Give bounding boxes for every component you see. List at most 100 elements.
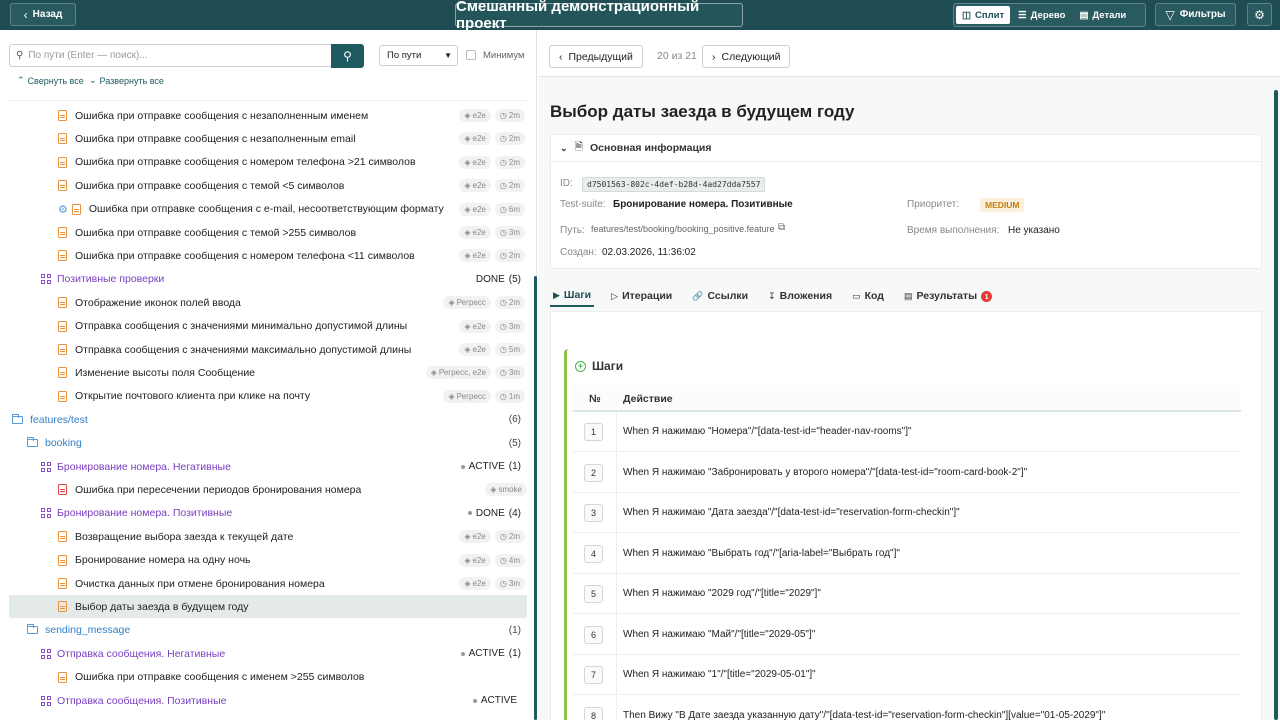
- tree-test-item[interactable]: Ошибка при отправке сообщения с незаполн…: [9, 127, 527, 150]
- exec-time-value: Не указано: [1008, 225, 1060, 236]
- plus-circle-icon[interactable]: +: [575, 360, 586, 372]
- results-badge: 1: [981, 290, 993, 302]
- search-mode-select[interactable]: По пути ▼: [379, 45, 458, 66]
- tree-test-item[interactable]: Отправка сообщения с значениями минималь…: [9, 315, 527, 338]
- suite-label: Test-suite:: [560, 199, 606, 210]
- test-case-icon: [71, 203, 81, 215]
- tab-2[interactable]: 🔗 Ссылки: [689, 285, 751, 307]
- gear-icon: ⚙: [1254, 7, 1265, 22]
- step-row: 2 When Я нажимаю "Забронировать у второго…: [573, 452, 1241, 493]
- clock-icon: ◷: [499, 532, 507, 542]
- view-details-button[interactable]: ▤ Детали: [1073, 6, 1132, 24]
- view-split-button[interactable]: ◫ Сплит: [956, 6, 1011, 24]
- tree-test-item[interactable]: Ошибка при отправке сообщения с темой >2…: [9, 221, 527, 244]
- tag-badge: ◈ Регресс: [443, 296, 491, 310]
- next-button[interactable]: › Следующий: [702, 45, 791, 68]
- folder-icon: [12, 413, 23, 424]
- tree-folder-item[interactable]: booking (5): [9, 432, 527, 455]
- settings-button[interactable]: ⚙: [1247, 3, 1272, 26]
- clock-icon: ◷: [499, 579, 507, 588]
- tree-test-item[interactable]: Возвращение выбора заезда к текущей дате…: [9, 525, 527, 548]
- tree-folder-item[interactable]: sending_message (1): [9, 619, 527, 642]
- tree-test-item[interactable]: Очистка данных при отмене бронирования н…: [9, 572, 527, 595]
- tree-item-title: features/test: [30, 413, 88, 426]
- minimum-checkbox[interactable]: [466, 50, 476, 60]
- tree-suite-item[interactable]: Позитивные проверки DONE (5): [9, 268, 527, 291]
- duration-badge: ◷ 2m: [494, 530, 525, 544]
- tree-suite-item[interactable]: Бронирование номера. Негативные ACTIVE (1): [9, 455, 527, 478]
- tree-item-title: Ошибка при отправке сообщения с номером …: [75, 249, 415, 262]
- nav-counter: 20 из 21: [657, 50, 697, 62]
- tab-1[interactable]: ▷ Итерации: [608, 285, 675, 307]
- tree-item-title: Отправка сообщения с значениями минималь…: [75, 320, 408, 333]
- step-row: 8 Then Вижу "В Дате заезда указанную дату…: [573, 695, 1241, 720]
- tree-item-title: Ошибка при отправке сообщения с темой >2…: [75, 226, 357, 239]
- step-action: When Я нажимаю "Май"/"[title="2029-05"]": [623, 628, 816, 640]
- tag-icon: ◈: [464, 111, 471, 120]
- tree-test-item[interactable]: Ошибка при отправке сообщения с незаполн…: [9, 104, 527, 127]
- steps-header: + Шаги: [575, 359, 623, 373]
- tab-0[interactable]: ▶ Шаги: [550, 285, 595, 307]
- tree-test-item[interactable]: Открытие почтового клиента при клике на …: [9, 385, 527, 408]
- tree-test-item[interactable]: Выбор даты заезда в будущем году: [9, 595, 527, 619]
- tree-item-title: Ошибка при отправке сообщения с e-mail, …: [88, 203, 444, 216]
- status-badge: ACTIVE (1): [460, 461, 521, 472]
- tree-scrollbar[interactable]: [534, 276, 537, 720]
- test-case-icon: [58, 180, 67, 192]
- view-tree-button[interactable]: ☰ Дерево: [1012, 6, 1071, 24]
- cell-divider: [616, 412, 617, 451]
- tree-test-item[interactable]: Отображение иконок полей ввода ◈ Регресс ◷ 2…: [9, 291, 527, 314]
- filters-button[interactable]: ▽ Фильтры: [1155, 3, 1236, 26]
- test-case-icon: [58, 531, 67, 543]
- cell-divider: [616, 614, 617, 654]
- tree-test-item[interactable]: Изменение высоты поля Сообщение ◈ Регресс,…: [9, 361, 527, 384]
- back-button[interactable]: ‹ Назад: [10, 3, 76, 26]
- tree-folder-item[interactable]: features/test (6): [9, 408, 527, 431]
- code-icon: ▭: [852, 290, 861, 301]
- tab-3[interactable]: ↧ Вложения: [765, 285, 835, 307]
- path-value: features/test/booking/booking_positive.f…: [591, 224, 775, 234]
- tag-badge: ◈ e2e: [459, 553, 491, 567]
- search-input[interactable]: [28, 50, 319, 61]
- duration-badge: ◷ 4m: [494, 553, 525, 567]
- step-row: 3 When Я нажимаю "Дата заезда"/"[data-tes…: [573, 493, 1241, 533]
- tree-test-item[interactable]: Ошибка при отправке сообщения с номером …: [9, 244, 527, 267]
- prev-button[interactable]: ‹ Предыдущий: [549, 45, 643, 68]
- tree-test-item[interactable]: Ошибка при отправке сообщения с именем >…: [9, 666, 527, 689]
- tree-test-item[interactable]: Бронирование номера на одну ночь ◈ e2e ◷ 4m: [9, 549, 527, 572]
- tag-badge: ◈ e2e: [459, 530, 491, 544]
- tag-badge: ◈ e2e: [459, 577, 491, 590]
- tag-badge: ◈ Регресс, e2e: [425, 366, 491, 380]
- tag-icon: ◈: [464, 532, 471, 542]
- copy-icon[interactable]: ⧉: [778, 222, 785, 233]
- filter-icon: ▽: [1165, 7, 1175, 22]
- tab-5[interactable]: ▤ Результаты 1: [901, 285, 995, 307]
- tree-test-item[interactable]: Ошибка при отправке сообщения с темой <5…: [9, 174, 527, 197]
- tree-test-item[interactable]: Ошибка при отправке сообщения с номером …: [9, 151, 527, 174]
- search-button[interactable]: ⚲: [331, 44, 364, 68]
- tree-suite-item[interactable]: Отправка сообщения. Негативные ACTIVE (1): [9, 642, 527, 665]
- priority-label: Приоритет:: [907, 199, 960, 210]
- tree-item-title: Отправка сообщения. Позитивные: [57, 694, 227, 707]
- info-card-header[interactable]: ⌄ 🗎 Основная информация: [551, 135, 1261, 162]
- tag-icon: ◈: [464, 251, 471, 261]
- test-title: Выбор даты заезда в будущем году: [550, 102, 855, 121]
- status-dot: [472, 698, 477, 703]
- test-case-icon: [58, 344, 67, 355]
- tree-test-item[interactable]: Ошибка при пересечении периодов брониров…: [9, 478, 527, 501]
- collapse-all-button[interactable]: ⌃ Свернуть все: [17, 75, 84, 86]
- tree-item-title: Ошибка при отправке сообщения с номером …: [75, 156, 416, 169]
- tree-item-title: Ошибка при отправке сообщения с незаполн…: [75, 109, 369, 122]
- item-count: (5): [508, 437, 521, 449]
- tree-test-item[interactable]: Отправка сообщения с значениями максимал…: [9, 338, 527, 361]
- tag-badge: ◈ e2e: [459, 319, 491, 333]
- clock-icon: ◷: [499, 345, 507, 354]
- tree-test-item[interactable]: ⚙ Ошибка при отправке сообщения с e-mail,…: [9, 198, 527, 221]
- tree-suite-item[interactable]: Бронирование номера. Позитивные DONE (4): [9, 502, 527, 525]
- tag-icon: ◈: [464, 579, 471, 588]
- link-icon: 🔗: [692, 290, 704, 301]
- expand-all-button[interactable]: ⌄ Развернуть все: [89, 75, 164, 86]
- tree-suite-item[interactable]: Отправка сообщения. Позитивные ACTIVE: [9, 689, 527, 712]
- tab-4[interactable]: ▭ Код: [849, 285, 887, 307]
- detail-scrollbar[interactable]: [1274, 90, 1278, 720]
